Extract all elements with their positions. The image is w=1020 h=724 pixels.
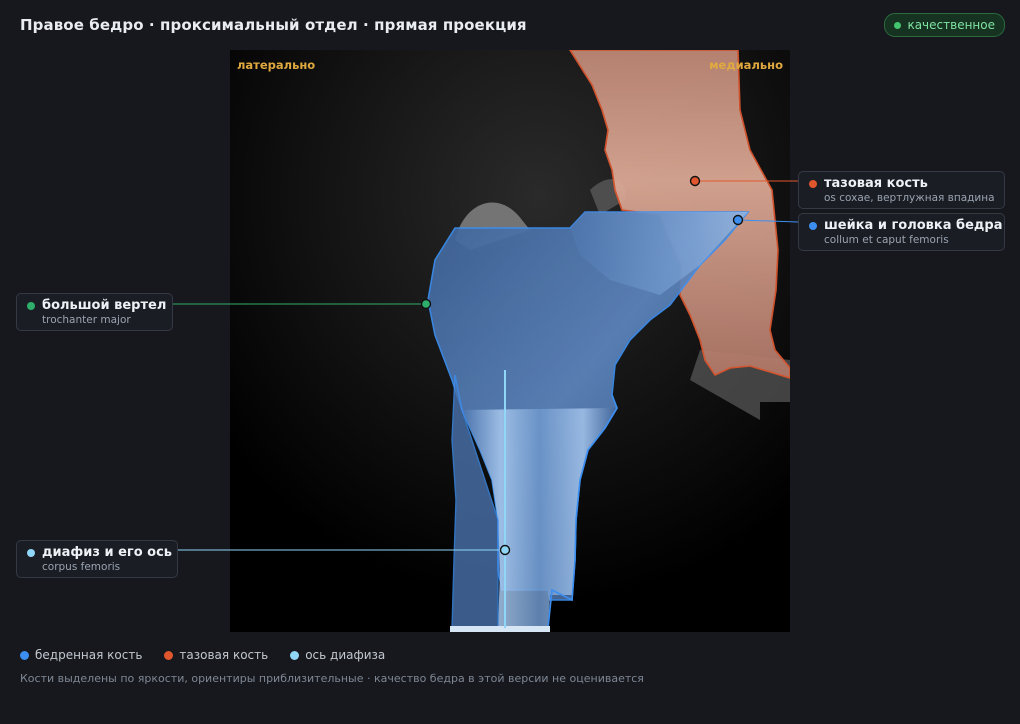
callout-trochanter[interactable]: большой вертел trochanter major	[16, 293, 173, 331]
trochanter-dot-icon	[27, 301, 35, 310]
legend-item-femur: бедренная кость	[20, 648, 142, 662]
orientation-medial: медиально	[709, 58, 783, 72]
status-dot-icon	[894, 21, 902, 29]
xray-image	[230, 50, 790, 632]
footnote: Кости выделены по яркости, ориентиры при…	[20, 672, 644, 685]
callout-trochanter-name: большой вертел	[42, 298, 167, 313]
femur-legend-dot-icon	[20, 650, 29, 660]
callout-shaft-name: диафиз и его ось	[42, 545, 173, 560]
callout-trochanter-latin: trochanter major	[42, 314, 131, 326]
callout-pelvis-latin: os coxae, вертлужная впадина	[824, 192, 995, 204]
orientation-lateral: латерально	[237, 58, 316, 72]
pelvis-dot-icon	[809, 179, 817, 188]
legend-item-pelvis: тазовая кость	[164, 648, 268, 662]
quality-badge-label: качественное	[907, 18, 995, 32]
legend: бедренная кость тазовая кость ось диафиз…	[20, 648, 385, 662]
callout-neck-name: шейка и головка бедра	[824, 218, 1003, 233]
legend-item-axis: ось диафиза	[290, 648, 385, 662]
legend-label-femur: бедренная кость	[35, 648, 143, 662]
neck-dot-icon	[809, 221, 817, 230]
callout-pelvis[interactable]: тазовая кость os coxae, вертлужная впади…	[798, 171, 1005, 209]
xray-viewer[interactable]: латерально медиально	[230, 50, 790, 632]
pelvis-legend-dot-icon	[164, 650, 174, 660]
quality-badge: качественное	[884, 13, 1005, 37]
shaft-dot-icon	[27, 548, 35, 557]
axis-legend-dot-icon	[290, 650, 300, 660]
callout-neck[interactable]: шейка и головка бедра collum et caput fe…	[798, 213, 1005, 251]
legend-label-axis: ось диафиза	[305, 648, 386, 662]
legend-label-pelvis: тазовая кость	[179, 648, 269, 662]
page-title: Правое бедро · проксимальный отдел · пря…	[20, 16, 527, 34]
callout-shaft-latin: corpus femoris	[42, 561, 121, 573]
callout-shaft[interactable]: диафиз и его ось corpus femoris	[16, 540, 178, 578]
callout-neck-latin: collum et caput femoris	[824, 234, 949, 246]
callout-pelvis-name: тазовая кость	[824, 176, 928, 191]
